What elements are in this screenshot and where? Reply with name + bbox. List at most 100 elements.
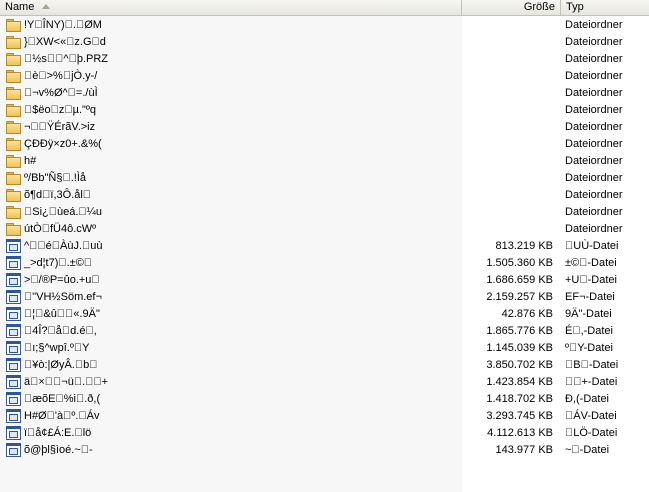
application-icon [5,306,21,321]
file-name:  ¬v%Ø^ =./ùÌ [24,86,98,99]
file-name:  ¥ò:|ØyÂ. b  [24,358,98,371]
file-row[interactable]:  è >% jÒ.y-/ Dateiordner [0,67,649,84]
file-size: 1.865.776 KB [486,324,553,337]
name-cell:  è >% jÒ.y-/ [0,69,462,83]
file-name: ï å¢£Á:E. lö [24,426,92,439]
file-row[interactable]: ¬  ŸÉrãV.>iz Dateiordner [0,118,649,135]
file-type: Dateiordner [565,120,623,133]
application-icon [5,374,21,389]
column-header: Name Größe Typ [0,0,649,16]
application-icon [5,357,21,372]
file-name:  ı;§^wpî.º Y [24,341,90,354]
file-row[interactable]: õ@þl§ìoé.~ - 143.977 KB ~ -Datei [0,441,649,458]
file-row[interactable]: ï å¢£Á:E. lö 4.112.613 KB  LÖ-Datei [0,424,649,441]
application-icon [5,408,21,423]
folder-icon [5,120,21,134]
file-name:  ½s  ^ þ.PRZ [24,52,109,65]
file-name: õ¶d ï,3Ô.ål  [24,188,92,201]
file-row[interactable]:  ¥ò:|ØyÂ. b  3.850.702 KB  B -Datei [0,356,649,373]
folder-icon [5,188,21,202]
file-name: º/Bb"Ñ§ .!Ìå [24,171,87,184]
name-cell: ï å¢£Á:E. lö [0,425,462,440]
application-icon [5,391,21,406]
folder-icon [5,52,21,66]
file-row[interactable]:  $ëo z µ."ºq Dateiordner [0,101,649,118]
file-type: ~ -Datei [565,443,610,456]
name-cell:  ¥ò:|ØyÂ. b  [0,357,462,372]
file-name:  ¦ &û  «.9Ä" [24,307,100,320]
file-row[interactable]: ÇÐÐÿ×z0+.&%(Dateiordner [0,135,649,152]
file-row[interactable]:  æõE %i .ð,(1.418.702 KB Ð,(-Datei [0,390,649,407]
file-type: EF¬-Datei [565,290,615,303]
file-type: +U -Datei [565,273,617,286]
file-size: 1.505.360 KB [486,256,553,269]
name-cell: h# [0,154,462,168]
file-size: 42.876 KB [501,307,553,320]
folder-icon [5,137,21,151]
file-size: 1.686.659 KB [486,273,553,286]
file-row[interactable]: õ¶d ï,3Ô.ål  Dateiordner [0,186,649,203]
file-row[interactable]: > /®P=ûo.+u  1.686.659 KB +U -Datei [0,271,649,288]
file-row[interactable]:  ¦ &û  «.9Ä" 42.876 KB 9Ä"-Datei [0,305,649,322]
application-icon [5,442,21,457]
folder-icon [5,154,21,168]
file-row[interactable]:  ¬v%Ø^ =./ùÌ Dateiordner [0,84,649,101]
file-size: 3.293.745 KB [486,409,553,422]
name-cell: ÇÐÐÿ×z0+.&%( [0,137,462,151]
file-row[interactable]: } XW<« z.G d Dateiordner [0,33,649,50]
folder-icon [5,18,21,32]
file-row[interactable]: útÒ fÜ4ô.cWº Dateiordner [0,220,649,237]
file-type: Dateiordner [565,205,623,218]
file-row[interactable]: h# Dateiordner [0,152,649,169]
file-type: Dateiordner [565,222,623,235]
name-cell:  ¦ &û  «.9Ä" [0,306,462,321]
name-cell: ä ×  ¬ü .  + [0,374,462,389]
name-cell:  ¬v%Ø^ =./ùÌ [0,86,462,100]
file-row[interactable]:  ½s  ^ þ.PRZ Dateiordner [0,50,649,67]
type-column-header[interactable]: Typ [561,0,649,15]
file-name:  $ëo z µ."ºq [24,103,97,116]
file-type: º Y-Datei [565,341,613,354]
file-row[interactable]: _>d¦t7) .±©  1.505.360 KB ±© -Datei [0,254,649,271]
type-column-label: Typ [566,1,584,13]
file-type: É ,-Datei [565,324,613,337]
folder-icon [5,35,21,49]
file-name: útÒ fÜ4ô.cWº [24,222,97,235]
file-type:  B -Datei [565,358,619,371]
name-cell: H#Ø 'à º. Áv [0,408,462,423]
name-cell: > /®P=ûo.+u  [0,272,462,287]
file-size: 1.423.854 KB [486,375,553,388]
file-row[interactable]: H#Ø 'à º. Áv 3.293.745 KB  ÁV-Datei [0,407,649,424]
file-row[interactable]:  4Î? å d.é , 1.865.776 KB É ,-Datei [0,322,649,339]
name-cell: õ¶d ï,3Ô.ål  [0,188,462,202]
file-row[interactable]:  ı;§^wpî.º Y 1.145.039 KB º Y-Datei [0,339,649,356]
file-size: 2.159.257 KB [486,290,553,303]
name-cell:  Si¿ ùeá. ¼u [0,205,462,219]
file-name: _>d¦t7) .±©  [24,256,93,269]
application-icon [5,425,21,440]
file-type: Dateiordner [565,69,623,82]
file-row[interactable]: º/Bb"Ñ§ .!Ìå Dateiordner [0,169,649,186]
file-type: Dateiordner [565,86,623,99]
file-name: õ@þl§ìoé.~ - [24,443,93,456]
file-row[interactable]: ä ×  ¬ü .  + 1.423.854 KB   +-Datei [0,373,649,390]
file-type: Dateiordner [565,188,623,201]
application-icon [5,238,21,253]
file-row[interactable]:  Si¿ ùeá. ¼u Dateiordner [0,203,649,220]
name-column-label: Name [5,1,35,13]
application-icon [5,255,21,270]
file-type:  LÖ-Datei [565,426,618,439]
name-column-header[interactable]: Name [0,0,462,15]
file-name: H#Ø 'à º. Áv [24,409,100,422]
size-column-header[interactable]: Größe [462,0,561,15]
application-icon [5,289,21,304]
file-row[interactable]: !Y ÎNY) . ØM Dateiordner [0,16,649,33]
file-name:  è >% jÒ.y-/ [24,69,98,82]
file-row[interactable]: ^  é ÀùJ. uù 813.219 KB  UÙ-Datei [0,237,649,254]
file-row[interactable]:  "VH½Söm.ef¬ 2.159.257 KB EF¬-Datei [0,288,649,305]
file-type: Dateiordner [565,52,623,65]
file-size: 143.977 KB [495,443,554,456]
file-size: 1.418.702 KB [486,392,553,405]
file-name:  "VH½Söm.ef¬ [24,290,102,303]
name-cell: !Y ÎNY) . ØM [0,18,462,32]
